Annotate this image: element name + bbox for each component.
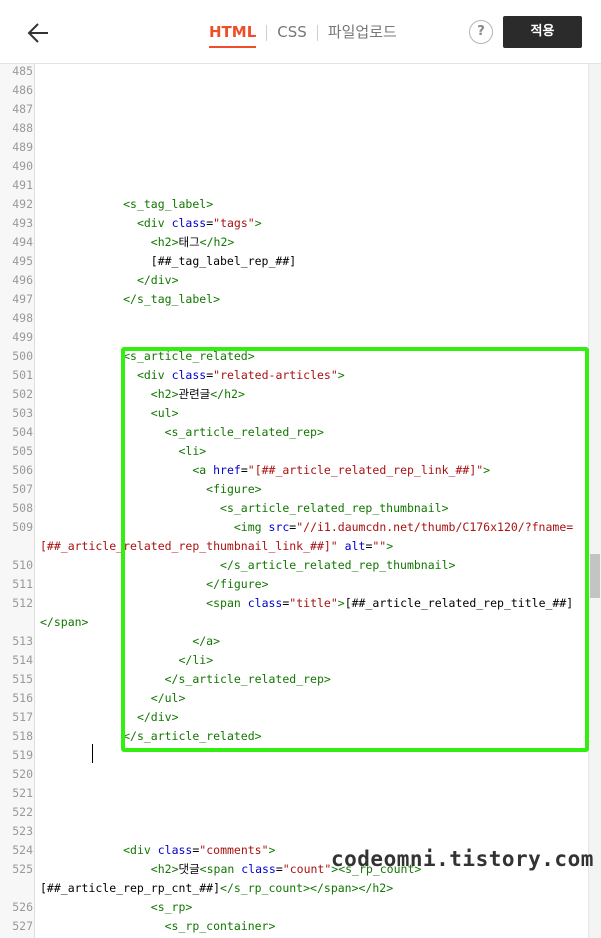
line-number: 522 (12, 805, 33, 819)
help-button[interactable]: ? (469, 20, 493, 44)
line-code: </figure> (206, 577, 269, 591)
line-number: 519 (12, 748, 33, 762)
line-number: 489 (12, 140, 33, 154)
line-number: 494 (12, 235, 33, 249)
line-code: [##_article_related_rep_thumbnail_link_#… (40, 539, 394, 553)
line-number: 493 (12, 216, 33, 230)
line-code: </ul> (150, 691, 186, 705)
line-number: 507 (12, 482, 33, 496)
tab-separator (266, 25, 268, 41)
editor-header: HTML CSS 파일업로드 ? 적용 (0, 0, 601, 64)
line-number: 506 (12, 463, 33, 477)
tab-separator (316, 25, 318, 41)
line-number: 511 (12, 577, 33, 591)
line-code: <h2>태그</h2> (150, 235, 235, 249)
scrollbar-thumb[interactable] (590, 554, 600, 598)
line-number: 509 (12, 520, 33, 534)
line-number: 485 (12, 64, 33, 78)
line-code: </s_article_related_rep> (164, 672, 331, 686)
line-number: 515 (12, 672, 33, 686)
line-number: 504 (12, 425, 33, 439)
vertical-scrollbar[interactable] (588, 64, 601, 938)
tab-bar: HTML CSS 파일업로드 (209, 22, 397, 48)
apply-button[interactable]: 적용 (503, 16, 582, 48)
line-code: </div> (136, 710, 179, 724)
line-number: 497 (12, 292, 33, 306)
line-code: <h2>관련글</h2> (150, 387, 245, 401)
text-cursor (92, 744, 93, 763)
line-code: <figure> (206, 482, 262, 496)
line-number: 524 (12, 843, 33, 857)
line-number: 486 (12, 83, 33, 97)
line-number: 503 (12, 406, 33, 420)
line-code: <s_rp_container> (164, 919, 276, 933)
line-number: 518 (12, 729, 33, 743)
line-code: <span class="title">[##_article_related_… (206, 596, 574, 610)
watermark-text: codeomni.tistory.com (331, 847, 594, 871)
line-number: 500 (12, 349, 33, 363)
line-number: 512 (12, 596, 33, 610)
line-code: </span> (40, 615, 89, 629)
line-number: 492 (12, 197, 33, 211)
line-number: 496 (12, 273, 33, 287)
code-editor[interactable]: 485 486 487 488 489 490 491 492 <s_tag_label> 49… (0, 64, 601, 938)
line-code: </s_article_related> (123, 729, 262, 743)
line-code: <div class="related-articles"> (136, 368, 345, 382)
line-number: 520 (12, 767, 33, 781)
line-number: 490 (12, 159, 33, 173)
line-code: </div> (136, 273, 179, 287)
line-number: 514 (12, 653, 33, 667)
line-number: 501 (12, 368, 33, 382)
line-number: 498 (12, 311, 33, 325)
line-code: <li> (178, 444, 207, 458)
line-code: <a href="[##_article_related_rep_link_##… (192, 463, 491, 477)
line-code: [##_tag_label_rep_##] (40, 254, 297, 268)
arrow-left-icon (27, 23, 48, 43)
line-number: 513 (12, 634, 33, 648)
line-number: 502 (12, 387, 33, 401)
line-number: 508 (12, 501, 33, 515)
line-code: <s_tag_label> (123, 197, 214, 211)
line-code: </li> (178, 653, 214, 667)
line-number: 491 (12, 178, 33, 192)
line-number: 525 (12, 862, 33, 876)
line-code: <s_article_related_rep> (164, 425, 324, 439)
line-number: 495 (12, 254, 33, 268)
line-number: 527 (12, 919, 33, 933)
line-number: 523 (12, 824, 33, 838)
line-code: <s_article_related_rep_thumbnail> (220, 501, 449, 515)
back-button[interactable] (22, 16, 56, 50)
line-number: 521 (12, 786, 33, 800)
line-code: <s_rp> (150, 900, 193, 914)
line-number: 499 (12, 330, 33, 344)
line-code: [##_article_rep_rp_cnt_##]</s_rp_count><… (40, 881, 394, 895)
line-number: 505 (12, 444, 33, 458)
tab-html[interactable]: HTML (209, 22, 257, 48)
tab-file-upload[interactable]: 파일업로드 (328, 22, 397, 48)
line-code: <img src="//i1.daumcdn.net/thumb/C176x12… (233, 520, 574, 534)
line-number: 488 (12, 121, 33, 135)
line-code: </s_tag_label> (123, 292, 221, 306)
line-number: 526 (12, 900, 33, 914)
line-number: 487 (12, 102, 33, 116)
line-code: <div class="comments"> (123, 843, 276, 857)
line-code: <ul> (150, 406, 179, 420)
line-code: </s_article_related_rep_thumbnail> (220, 558, 456, 572)
line-number: 516 (12, 691, 33, 705)
line-code: <div class="tags"> (136, 216, 262, 230)
tab-css[interactable]: CSS (277, 22, 307, 48)
line-code: <s_article_related> (123, 349, 255, 363)
line-number: 510 (12, 558, 33, 572)
line-code: </a> (192, 634, 221, 648)
line-number: 517 (12, 710, 33, 724)
